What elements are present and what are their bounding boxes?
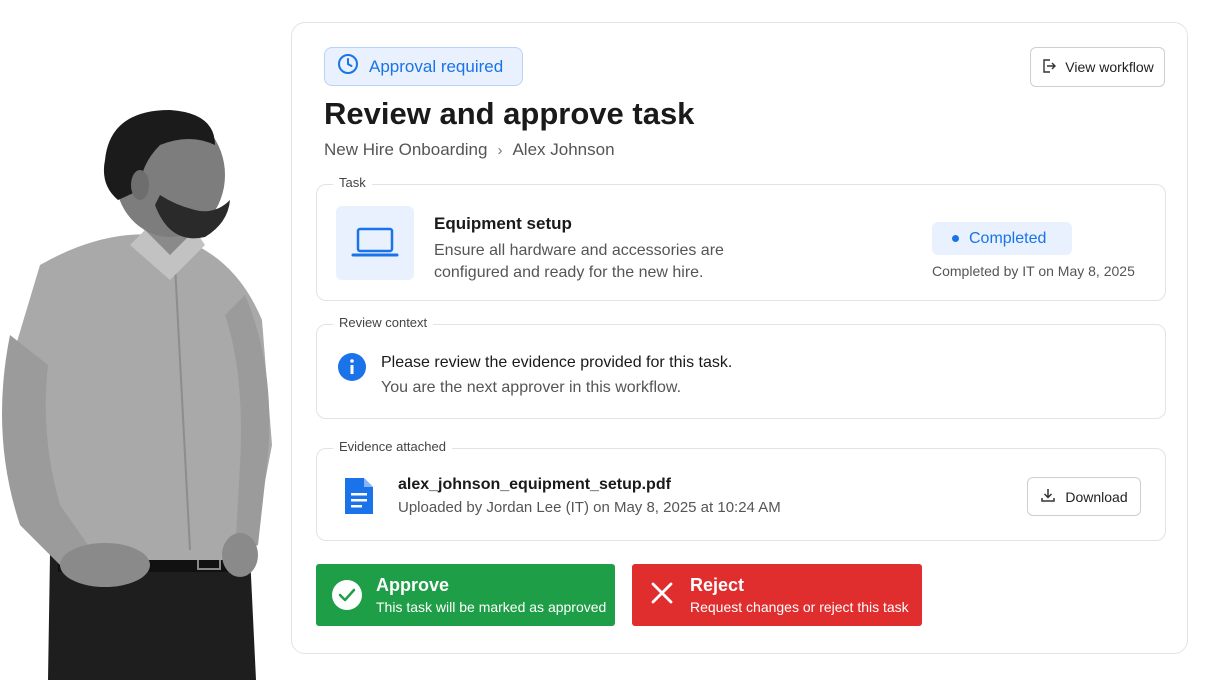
reject-title: Reject [690,575,745,595]
breadcrumb-item-employee[interactable]: Alex Johnson [512,140,614,160]
file-name-link[interactable]: alex_johnson_equipment_setup.pdf [398,476,671,494]
document-icon [343,476,375,521]
status-dot-icon [952,235,959,242]
context-message: Please review the evidence provided for … [381,354,733,371]
close-icon [650,581,674,610]
download-label: Download [1065,488,1128,505]
page-title: Review and approve task [324,96,695,131]
task-section-label: Task [333,175,372,190]
badge-label: Approval required [369,56,504,76]
approve-subtitle: This task will be marked as approved [376,599,607,615]
view-workflow-label: View workflow [1065,59,1154,75]
task-title: Equipment setup [434,214,572,233]
evidence-section: Evidence attached alex_johnson_equipment… [316,439,1166,541]
approval-card: Approval required View workflow Review a… [291,22,1188,654]
chevron-right-icon: › [497,141,503,159]
reject-subtitle: Request changes or reject this task [690,599,909,615]
breadcrumb: New Hire Onboarding › Alex Johnson [324,140,615,160]
open-external-icon [1041,58,1057,77]
view-workflow-button[interactable]: View workflow [1030,47,1165,87]
reject-button[interactable]: Reject Request changes or reject this ta… [632,564,922,626]
task-description: Ensure all hardware and accessories are … [434,242,724,281]
evidence-label: Evidence attached [333,439,452,454]
task-section: Task Equipment setup Ensure all hardware… [316,175,1166,301]
laptop-icon [336,206,414,280]
approve-button[interactable]: Approve This task will be marked as appr… [316,564,615,626]
status-badge: Completed [932,222,1072,255]
info-icon [338,353,366,386]
person-photo [0,105,280,680]
context-note: You are the next approver in this workfl… [381,379,682,396]
file-meta: Uploaded by Jordan Lee (IT) on May 8, 20… [398,499,781,516]
approval-required-badge: Approval required [324,47,523,86]
download-button[interactable]: Download [1027,477,1141,516]
status-meta: Completed by IT on May 8, 2025 [932,263,1135,279]
download-icon [1040,487,1056,506]
review-context-label: Review context [333,315,434,330]
breadcrumb-item-workflow[interactable]: New Hire Onboarding [324,140,487,160]
check-icon [332,580,362,610]
review-context-section: Review context Please review the evidenc… [316,315,1166,419]
status-label: Completed [969,229,1047,247]
approve-title: Approve [376,575,450,595]
clock-icon [337,53,359,80]
